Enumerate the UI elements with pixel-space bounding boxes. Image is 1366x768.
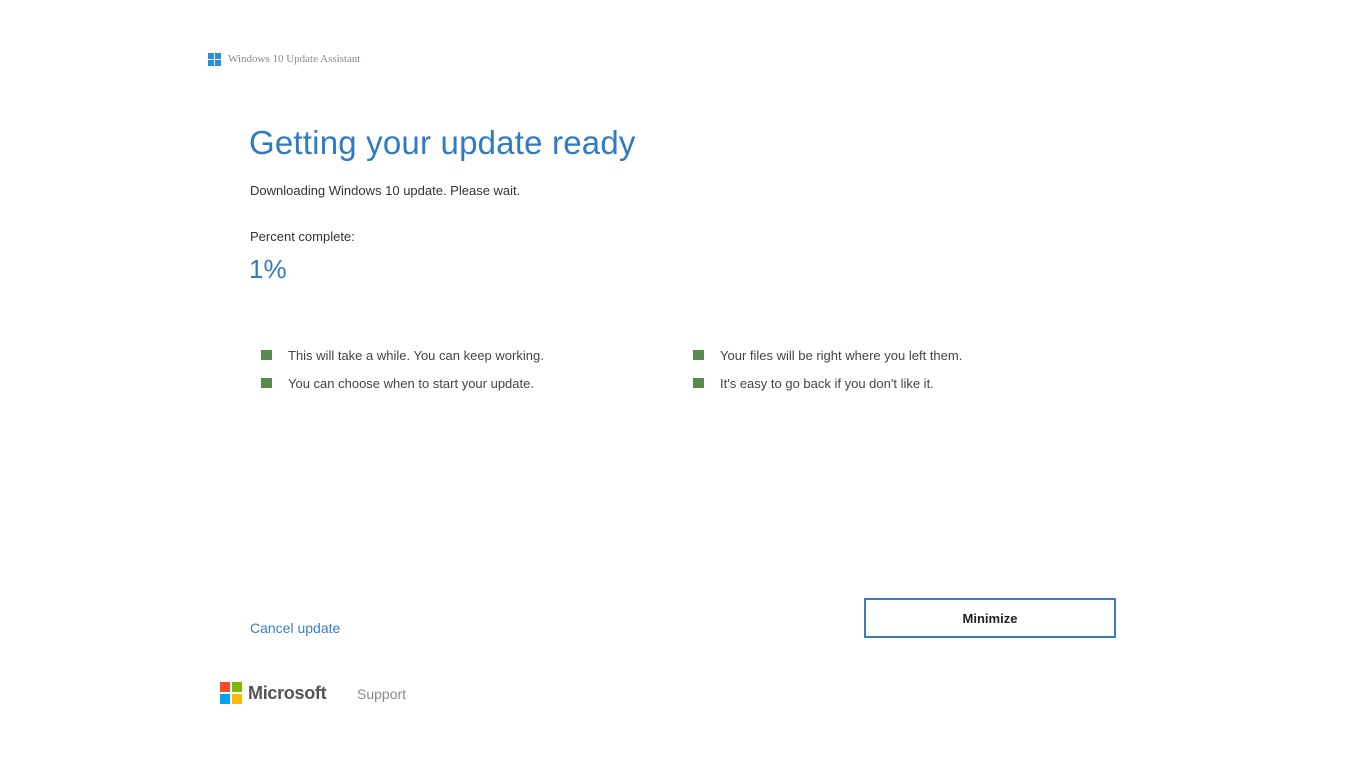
percent-complete-label: Percent complete: <box>250 229 355 244</box>
feature-item: This will take a while. You can keep wor… <box>261 341 544 369</box>
update-assistant-window: Windows 10 Update Assistant Getting your… <box>0 0 1366 768</box>
feature-text: Your files will be right where you left … <box>720 347 963 363</box>
microsoft-wordmark: Microsoft <box>248 682 327 703</box>
feature-text: It's easy to go back if you don't like i… <box>720 375 934 391</box>
status-text: Downloading Windows 10 update. Please wa… <box>250 183 521 198</box>
minimize-button[interactable]: Minimize <box>864 598 1116 638</box>
feature-list-right: Your files will be right where you left … <box>693 341 962 397</box>
feature-item: It's easy to go back if you don't like i… <box>693 369 962 397</box>
feature-text: This will take a while. You can keep wor… <box>288 347 544 363</box>
bullet-square-icon <box>693 378 704 388</box>
page-title: Getting your update ready <box>249 124 636 161</box>
feature-list-left: This will take a while. You can keep wor… <box>261 341 544 397</box>
title-bar: Windows 10 Update Assistant <box>208 51 360 67</box>
bullet-square-icon <box>261 350 272 360</box>
percent-complete-value: 1% <box>249 254 287 284</box>
app-title: Windows 10 Update Assistant <box>228 53 361 65</box>
bullet-square-icon <box>693 350 704 360</box>
cancel-update-link[interactable]: Cancel update <box>250 620 340 636</box>
feature-item: You can choose when to start your update… <box>261 369 544 397</box>
bullet-square-icon <box>261 378 272 388</box>
support-link[interactable]: Support <box>357 686 406 702</box>
footer: Microsoft <box>220 682 327 704</box>
feature-item: Your files will be right where you left … <box>693 341 962 369</box>
feature-text: You can choose when to start your update… <box>288 375 534 391</box>
windows-logo-icon <box>208 52 221 66</box>
microsoft-logo-icon <box>220 682 242 704</box>
